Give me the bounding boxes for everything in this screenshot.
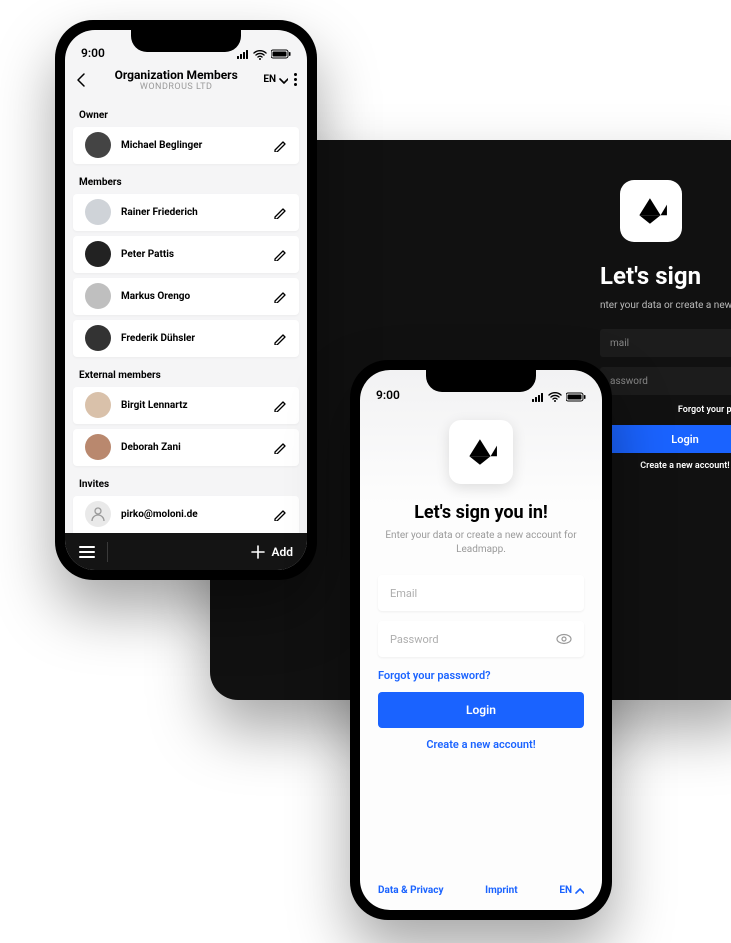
signin-subtitle: Enter your data or create a new account …	[378, 529, 584, 557]
edit-icon[interactable]	[273, 331, 287, 345]
page-header: Organization Members WONDROUS LTD EN	[65, 62, 307, 102]
signin-title: Let's sign you in!	[378, 502, 584, 523]
member-row[interactable]: Birgit Lennartz	[73, 387, 299, 424]
battery-icon	[566, 392, 586, 402]
member-row[interactable]: Frederik Dühsler	[73, 320, 299, 357]
password-field[interactable]: assword	[600, 367, 731, 395]
more-menu-button[interactable]	[294, 73, 297, 86]
login-button[interactable]: Login	[378, 692, 584, 728]
member-row[interactable]: Markus Orengo	[73, 278, 299, 315]
add-label: Add	[271, 545, 293, 559]
eye-icon[interactable]	[556, 631, 572, 647]
avatar	[85, 501, 111, 527]
avatar	[85, 434, 111, 460]
password-placeholder: Password	[390, 633, 439, 646]
password-placeholder: assword	[610, 376, 648, 387]
member-name: Peter Pattis	[121, 249, 263, 260]
edit-icon[interactable]	[273, 205, 287, 219]
edit-icon[interactable]	[273, 507, 287, 521]
edit-icon[interactable]	[273, 138, 287, 152]
member-name: Rainer Friederich	[121, 207, 263, 218]
phone-signin: 9:00 Let's sign you in! Enter your data …	[350, 360, 612, 920]
back-icon[interactable]	[75, 72, 89, 88]
menu-button[interactable]	[79, 546, 95, 558]
create-account-link[interactable]: Create a new account!	[600, 461, 731, 471]
section-members-label: Members	[65, 169, 307, 194]
chevron-down-icon	[278, 75, 288, 85]
language-label: EN	[559, 885, 572, 896]
footer: Data & Privacy Imprint EN	[360, 876, 602, 910]
email-field[interactable]: mail	[600, 329, 731, 357]
avatar	[85, 392, 111, 418]
section-owner-label: Owner	[65, 102, 307, 127]
email-field[interactable]: Email	[378, 575, 584, 611]
divider	[107, 542, 108, 562]
avatar	[85, 241, 111, 267]
bottom-bar: Add	[65, 533, 307, 570]
language-label: EN	[263, 74, 276, 85]
email-placeholder: Email	[390, 587, 417, 600]
language-switcher[interactable]: EN	[263, 74, 288, 85]
wifi-icon	[548, 391, 562, 402]
signal-icon	[532, 392, 544, 402]
member-name: Markus Orengo	[121, 291, 263, 302]
member-name: Birgit Lennartz	[121, 400, 263, 411]
signal-icon	[237, 49, 249, 59]
member-row[interactable]: pirko@moloni.de	[73, 496, 299, 533]
notch	[426, 370, 536, 392]
member-row[interactable]: Deborah Zani	[73, 429, 299, 466]
page-subtitle: WONDROUS LTD	[89, 82, 263, 92]
member-row[interactable]: Rainer Friederich	[73, 194, 299, 231]
member-name: Deborah Zani	[121, 442, 263, 453]
member-row[interactable]: Michael Beglinger	[73, 127, 299, 164]
user-icon	[90, 506, 106, 522]
avatar	[85, 199, 111, 225]
forgot-password-link[interactable]: Forgot your password?	[378, 669, 584, 682]
status-time: 9:00	[81, 46, 105, 60]
battery-icon	[271, 49, 291, 59]
page-title: Organization Members	[89, 68, 263, 82]
status-time: 9:00	[376, 388, 400, 402]
chevron-up-icon	[574, 885, 584, 895]
wifi-icon	[253, 49, 267, 60]
create-account-link[interactable]: Create a new account!	[378, 738, 584, 751]
login-button[interactable]: Login	[600, 425, 731, 453]
imprint-link[interactable]: Imprint	[485, 885, 518, 896]
edit-icon[interactable]	[273, 398, 287, 412]
avatar	[85, 325, 111, 351]
password-field[interactable]: Password	[378, 621, 584, 657]
edit-icon[interactable]	[273, 247, 287, 261]
member-name: Frederik Dühsler	[121, 333, 263, 344]
signin-subtitle: nter your data or create a new	[600, 300, 720, 311]
forgot-password-link[interactable]: Forgot your password?	[600, 405, 731, 415]
triangles-icon	[461, 435, 501, 469]
member-row[interactable]: Peter Pattis	[73, 236, 299, 273]
privacy-link[interactable]: Data & Privacy	[378, 885, 443, 896]
section-invites-label: Invites	[65, 471, 307, 496]
notch	[131, 30, 241, 52]
language-switcher[interactable]: EN	[559, 885, 584, 896]
section-external-label: External members	[65, 362, 307, 387]
edit-icon[interactable]	[273, 289, 287, 303]
edit-icon[interactable]	[273, 440, 287, 454]
signin-title: Let's sign	[600, 262, 720, 290]
phone-members: 9:00 Organization Members WONDROUS LTD E…	[55, 20, 317, 580]
add-button[interactable]: Add	[251, 545, 293, 559]
avatar	[85, 283, 111, 309]
plus-icon	[251, 545, 265, 559]
member-name: pirko@moloni.de	[121, 509, 263, 520]
triangles-icon	[631, 194, 671, 228]
app-logo	[449, 420, 513, 484]
app-logo	[620, 180, 682, 242]
email-placeholder: mail	[610, 338, 629, 349]
member-name: Michael Beglinger	[121, 140, 263, 151]
avatar	[85, 132, 111, 158]
